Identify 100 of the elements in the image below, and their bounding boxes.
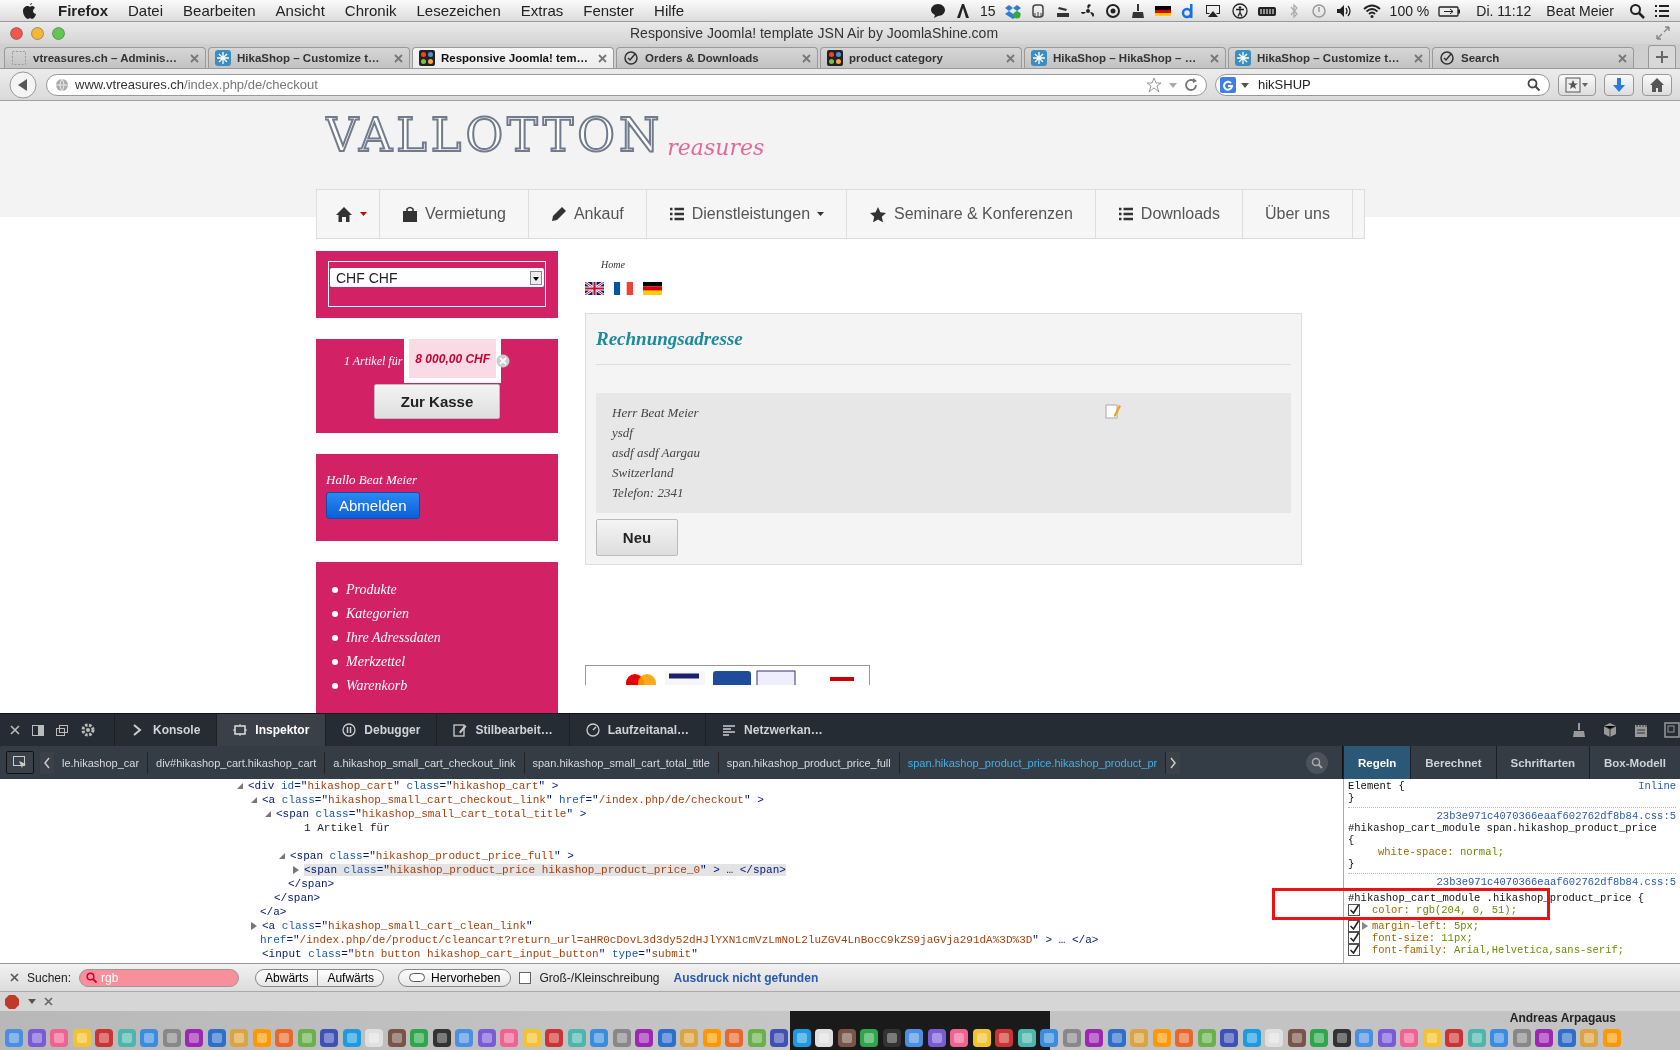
find-button[interactable]: Aufwärts <box>318 968 385 987</box>
expand-triangle-icon[interactable] <box>278 852 286 860</box>
breadcrumb-button[interactable]: a.hikashop_small_cart_checkout_link <box>325 751 525 774</box>
address-field[interactable]: www.vtreasures.ch/index.php/de/checkout <box>46 73 1207 96</box>
scroll-left-button[interactable] <box>40 751 54 774</box>
nav-item[interactable]: Vermietung <box>380 190 529 238</box>
box-icon[interactable] <box>1004 2 1021 19</box>
close-icon[interactable] <box>598 53 607 63</box>
close-light-icon[interactable] <box>10 26 23 40</box>
markup-line[interactable]: <a class="hikashop_small_cart_checkout_link" href="/index.php/de/checkout" > <box>262 794 764 806</box>
menu-item[interactable]: Bearbeiten <box>183 2 256 19</box>
app-icon[interactable] <box>814 1027 834 1049</box>
power-icon[interactable] <box>1104 2 1121 19</box>
app-icon[interactable] <box>431 1027 452 1049</box>
responsive-view-icon[interactable] <box>1664 722 1680 738</box>
checkbox[interactable] <box>1348 904 1360 916</box>
minimize-light-icon[interactable] <box>31 26 44 40</box>
devtools-tab[interactable]: Inspektor <box>216 714 326 746</box>
airplay-icon[interactable] <box>1204 2 1223 19</box>
separate-window-icon[interactable] <box>56 724 68 736</box>
close-icon[interactable] <box>10 973 19 982</box>
expand-triangle-icon[interactable] <box>264 810 272 818</box>
apple-icon[interactable] <box>22 2 36 19</box>
markup-line[interactable]: </span> <box>288 878 335 890</box>
css-declaration[interactable]: font-size: 11px; <box>1372 932 1473 944</box>
close-icon[interactable] <box>44 997 53 1006</box>
checkout-button[interactable]: Zur Kasse <box>374 384 500 419</box>
checkbox-label[interactable]: Groß-/Kleinschreibung <box>539 970 660 985</box>
wifi-icon[interactable] <box>1362 2 1381 19</box>
status-icon[interactable] <box>1029 2 1046 19</box>
checkbox[interactable] <box>519 971 532 984</box>
menu-item[interactable]: Hilfe <box>654 2 685 19</box>
app-icon[interactable] <box>1331 1027 1352 1049</box>
app-icon[interactable] <box>994 1027 1014 1049</box>
fan-icon[interactable] <box>1079 2 1096 19</box>
breadcrumb-button[interactable]: span.hikashop_product_price_full <box>718 751 900 774</box>
stop-sign-icon[interactable] <box>4 993 20 1010</box>
source-link[interactable]: 23b3e971c4070366eaaf602762df8b84.css:5 <box>1436 810 1676 822</box>
menu-item[interactable]: Chronik <box>344 2 397 19</box>
css-declaration[interactable]: color: rgb(204, 0, 51); <box>1372 904 1517 916</box>
highlight-button[interactable]: Hervorheben <box>398 968 512 987</box>
markup-line[interactable]: <span class="hikashop_small_cart_total_title" > <box>276 808 587 820</box>
app-menu[interactable]: Firefox <box>58 2 108 19</box>
markup-line[interactable]: 1 Artikel für <box>290 822 390 834</box>
menu-item[interactable]: Ansicht <box>275 2 325 19</box>
sidebar-tab[interactable]: Berechnet <box>1410 746 1496 779</box>
browser-tab[interactable]: HikaShop – Customize t… <box>208 47 410 68</box>
markup-line[interactable]: </span> <box>274 892 321 904</box>
menu-item[interactable]: Fenster <box>583 2 635 19</box>
browser-tab[interactable]: HikaShop – Customize t… <box>1228 47 1430 68</box>
french-flag-icon[interactable] <box>614 282 633 295</box>
menu-link[interactable]: Ihre Adressdaten <box>346 630 441 646</box>
browser-tab[interactable]: Responsive Joomla! tem… <box>412 47 614 68</box>
nav-item[interactable]: Downloads <box>1095 190 1243 238</box>
markup-line[interactable]: </a> <box>260 906 287 918</box>
checkbox[interactable] <box>1348 920 1360 932</box>
time-machine-icon[interactable] <box>1310 2 1327 19</box>
user-name[interactable]: Beat Meier <box>1546 2 1614 19</box>
menu-link[interactable]: Produkte <box>346 582 397 598</box>
currency-dropdown[interactable]: CHF CHF <box>330 268 544 287</box>
css-declaration[interactable]: white-space: normal; <box>1378 846 1505 858</box>
breadcrumb-button[interactable]: le.hikashop_car <box>54 751 149 774</box>
checkbox[interactable] <box>1348 944 1360 956</box>
markup-line[interactable]: <a class="hikashop_small_cart_clean_link" <box>262 920 533 932</box>
find-button[interactable]: Abwärts <box>255 968 319 987</box>
browser-tab[interactable]: HikaShop – HikaShop – … <box>1024 47 1226 68</box>
scroll-right-button[interactable] <box>1166 751 1181 774</box>
browser-tab[interactable]: product category <box>820 47 1022 68</box>
back-button[interactable] <box>8 70 38 99</box>
menu-link[interactable]: Kategorien <box>346 606 409 622</box>
bookmarks-button[interactable] <box>1558 73 1596 96</box>
markup-line[interactable]: <div id="hikashop_cart" class="hikashop_cart" > <box>248 780 559 792</box>
zoom-light-icon[interactable] <box>52 26 65 40</box>
checkbox[interactable] <box>1348 932 1360 944</box>
cube-icon[interactable] <box>1602 722 1618 738</box>
list-icon[interactable] <box>1654 2 1670 19</box>
d-logo-icon[interactable] <box>1179 2 1196 19</box>
speech-bubble-icon[interactable] <box>930 2 946 19</box>
app-icon[interactable] <box>791 1027 812 1049</box>
app-icon[interactable] <box>1016 1027 1037 1049</box>
broom-icon[interactable] <box>1129 2 1146 19</box>
home-button[interactable] <box>1642 73 1672 96</box>
search-icon[interactable] <box>1629 2 1645 19</box>
menu-item[interactable]: Lesezeichen <box>416 2 501 19</box>
uk-flag-icon[interactable] <box>585 282 604 295</box>
app-icon[interactable] <box>859 1027 879 1049</box>
app-icon[interactable] <box>949 1027 969 1049</box>
browser-tab[interactable]: Search <box>1432 47 1634 68</box>
dock-side-icon[interactable] <box>32 724 44 736</box>
sidebar-tab[interactable]: Regeln <box>1343 746 1411 779</box>
downloads-button[interactable] <box>1604 73 1634 96</box>
sidebar-tab[interactable]: Schriftarten <box>1495 746 1590 779</box>
nav-item[interactable]: Über uns <box>1243 190 1353 238</box>
expand-triangle-icon[interactable] <box>250 922 258 930</box>
source-link[interactable]: 23b3e971c4070366eaaf602762df8b84.css:5 <box>1436 876 1676 888</box>
css-declaration[interactable]: margin-left: 5px; <box>1372 920 1480 932</box>
menu-item[interactable]: Datei <box>128 2 164 19</box>
sidebar-tab[interactable]: Box-Modell <box>1589 746 1680 779</box>
google-logo-icon[interactable] <box>1220 76 1236 93</box>
settings-icon[interactable] <box>80 722 96 738</box>
